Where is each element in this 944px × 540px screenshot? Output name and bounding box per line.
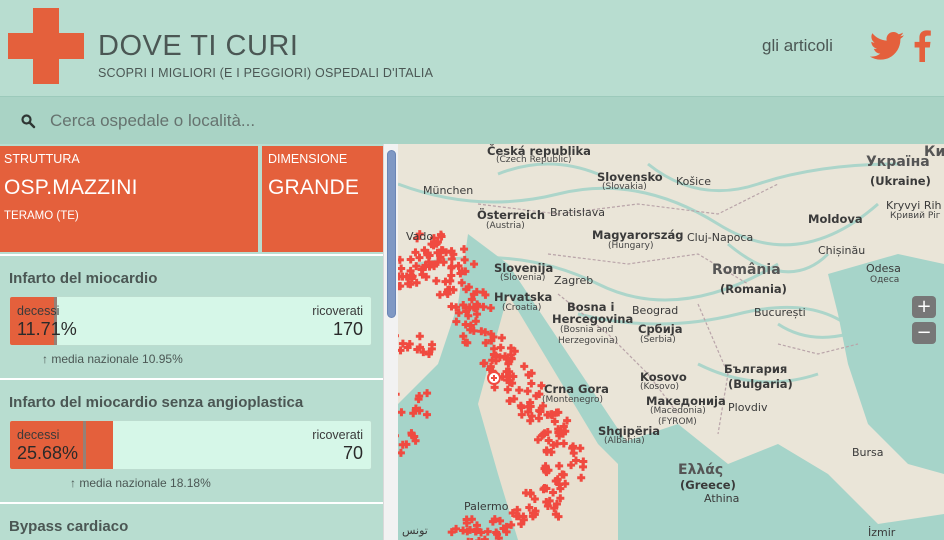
- map-label-romania: România: [712, 262, 781, 278]
- indicator-section: Bypass cardiaco: [0, 502, 383, 540]
- map-label-austria: (Austria): [486, 221, 525, 231]
- indicator-section: Infarto del miocardio senza angioplastic…: [0, 378, 383, 502]
- national-average-note: ↑ media nazionale 18.18%: [70, 476, 211, 490]
- scrollbar-thumb[interactable]: [387, 150, 396, 318]
- zoom-control: + −: [912, 296, 936, 346]
- search-bar: [0, 96, 944, 144]
- admitted-value: 170: [332, 319, 363, 339]
- site-subtitle: SCOPRI I MIGLIORI (E I PEGGIORI) OSPEDAL…: [98, 66, 434, 80]
- map-label-bratislava: Bratislava: [550, 206, 605, 219]
- twitter-icon[interactable]: [870, 32, 904, 60]
- indicator-title: Bypass cardiaco: [9, 518, 129, 535]
- map-label-ukraina: Україна: [866, 154, 930, 170]
- hospital-size: GRANDE: [268, 176, 360, 199]
- mortality-bar[interactable]: decessi 11.71% ricoverati 170: [9, 296, 372, 346]
- map-label-odesa-cyr: Одеса: [870, 275, 900, 285]
- structure-box: STRUTTURA OSP.MAZZINI TERAMO (TE): [0, 146, 258, 252]
- map-label-bulgaria: България: [724, 362, 788, 376]
- map-label-bulgaria-en: (Bulgaria): [728, 377, 793, 391]
- map-label-bursa: Bursa: [852, 446, 884, 459]
- map-label-athina: Athina: [704, 492, 740, 505]
- map-label-herzegovina-en: Herzegovina): [558, 336, 619, 346]
- map-label-munchen: München: [423, 184, 474, 197]
- size-box: DIMENSIONE GRANDE: [262, 146, 383, 252]
- map-label-izmir: İzmir: [868, 526, 896, 539]
- indicator-section: Infarto del miocardio decessi 11.71% ric…: [0, 254, 383, 378]
- admitted-label: ricoverati: [312, 428, 363, 442]
- selected-hospital-marker[interactable]: [487, 371, 501, 385]
- map-label-zagreb: Zagreb: [554, 274, 594, 287]
- search-input[interactable]: [48, 105, 908, 137]
- map-label-palermo: Palermo: [464, 500, 509, 513]
- map-label-chisinau: Chișinău: [818, 244, 866, 257]
- hospital-city: TERAMO (TE): [4, 210, 79, 222]
- structure-label: STRUTTURA: [4, 152, 80, 166]
- map-label-plovdiv: Plovdiv: [728, 401, 768, 414]
- map-label-bosnia-en: (Bosnia and: [560, 325, 614, 335]
- deaths-label: decessi: [17, 428, 60, 442]
- mortality-bar[interactable]: decessi 25.68% ricoverati 70: [9, 420, 372, 470]
- map-label-hrvatska: Hrvatska: [494, 290, 553, 304]
- map-label-fyrom: (FYROM): [658, 417, 697, 427]
- hospital-name: OSP.MAZZINI: [4, 176, 138, 199]
- articles-link[interactable]: gli articoli: [762, 36, 833, 56]
- map-label-serbia: (Serbia): [640, 335, 676, 345]
- map-label-slovenia: (Slovenia): [500, 273, 546, 283]
- map-label-czech-en: (Czech Republic): [496, 155, 572, 165]
- map-label-kosice: Košice: [676, 175, 711, 188]
- map-label-osterreich: Österreich: [477, 208, 546, 222]
- panel-scrollbar[interactable]: [383, 144, 398, 540]
- map-label-albania: (Albania): [604, 436, 645, 446]
- hospital-header: STRUTTURA OSP.MAZZINI TERAMO (TE) DIMENS…: [0, 146, 383, 252]
- map-view[interactable]: Česká republika (Czech Republic) München…: [398, 144, 944, 540]
- map-label-tunis: تونس: [402, 524, 428, 537]
- indicator-title: Infarto del miocardio senza angioplastic…: [9, 394, 304, 411]
- national-average-marker: [83, 421, 86, 469]
- map-label-croatia: (Croatia): [502, 303, 542, 313]
- map-label-kryvyi-cyr: Кривий Ріг: [890, 211, 941, 221]
- map-label-crna-gora: Crna Gora: [544, 382, 609, 396]
- map-label-greece: (Greece): [680, 478, 736, 492]
- deaths-label: decessi: [17, 304, 60, 318]
- map-label-cluj: Cluj-Napoca: [687, 231, 754, 244]
- map-label-odesa: Odesa: [866, 262, 901, 275]
- map-label-macedonia: (Macedonia): [650, 406, 706, 416]
- facebook-icon[interactable]: [912, 30, 932, 62]
- map-label-montenegro: (Montenegro): [542, 395, 604, 405]
- admitted-label: ricoverati: [312, 304, 363, 318]
- deaths-value: 11.71%: [17, 319, 77, 339]
- site-header: DOVE TI CURI SCOPRI I MIGLIORI (E I PEGG…: [0, 0, 944, 96]
- deaths-value: 25.68%: [17, 443, 79, 463]
- indicator-title: Infarto del miocardio: [9, 270, 158, 287]
- map-label-ukraine: (Ukraine): [870, 174, 931, 188]
- map-label-hercegovina: Hercegovina: [552, 312, 634, 326]
- map-label-kosovo-en: (Kosovo): [640, 382, 680, 392]
- map-label-ellas: Ελλάς: [678, 462, 724, 478]
- map-label-beograd: Beograd: [632, 304, 679, 317]
- national-average-note: ↑ media nazionale 10.95%: [42, 352, 183, 366]
- map-label-romania-en: (Romania): [720, 282, 787, 296]
- admitted-value: 70: [342, 443, 363, 463]
- map-label-srbija: Србија: [638, 322, 683, 336]
- size-label: DIMENSIONE: [268, 152, 348, 166]
- map-label-kyiv: Ки: [924, 144, 944, 160]
- search-icon[interactable]: [20, 113, 36, 129]
- map-label-magyar: Magyarország: [592, 228, 684, 242]
- map-label-vado: Vado: [406, 230, 434, 243]
- zoom-out-button[interactable]: −: [912, 322, 936, 344]
- zoom-in-button[interactable]: +: [912, 296, 936, 318]
- map-label-bucuresti: București: [754, 306, 806, 319]
- map-label-moldova: Moldova: [808, 212, 863, 226]
- red-cross-logo-icon[interactable]: [8, 8, 84, 84]
- hospital-details-panel[interactable]: STRUTTURA OSP.MAZZINI TERAMO (TE) DIMENS…: [0, 144, 383, 540]
- map-label-hungary: (Hungary): [608, 241, 654, 251]
- site-title[interactable]: DOVE TI CURI: [98, 30, 298, 62]
- map-label-slovakia: (Slovakia): [602, 182, 647, 192]
